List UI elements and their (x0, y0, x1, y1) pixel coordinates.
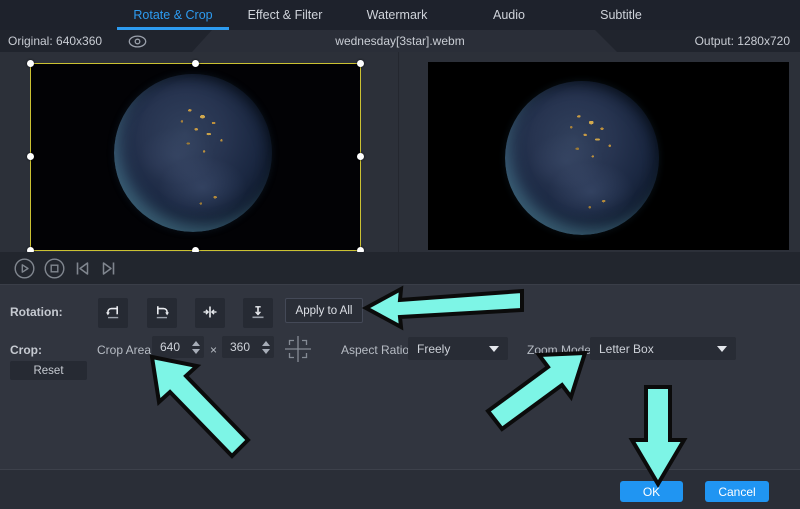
dimension-times-symbol: × (210, 343, 217, 357)
crop-handle-w[interactable] (27, 153, 34, 160)
crop-handle-n[interactable] (192, 60, 199, 67)
chevron-down-icon (489, 346, 499, 352)
rotate-left-button[interactable] (98, 298, 128, 328)
crop-width-stepper[interactable]: 640 (152, 336, 204, 358)
cancel-button[interactable]: Cancel (705, 481, 769, 502)
rotation-label: Rotation: (10, 305, 63, 319)
crop-label: Crop: (10, 343, 42, 357)
original-size-banner: Original: 640x360 (0, 30, 212, 52)
rotate-right-icon (154, 304, 170, 323)
tab-subtitle[interactable]: Subtitle (565, 0, 677, 30)
crop-selection-frame[interactable] (30, 63, 361, 251)
stepper-arrows[interactable] (260, 341, 274, 354)
flip-vertical-button[interactable] (243, 298, 273, 328)
flip-vertical-icon (250, 304, 266, 323)
preview-area (0, 52, 800, 252)
tab-rotate-crop[interactable]: Rotate & Crop (117, 0, 229, 30)
crop-width-value: 640 (152, 340, 190, 354)
original-size-label: Original: 640x360 (8, 34, 102, 48)
rotate-crop-dialog: Rotate & Crop Effect & Filter Watermark … (0, 0, 800, 509)
ok-button[interactable]: OK (620, 481, 683, 502)
output-size-banner: Output: 1280x720 (595, 30, 800, 52)
prev-frame-icon[interactable] (74, 260, 91, 282)
crop-handle-e[interactable] (357, 153, 364, 160)
next-frame-icon[interactable] (100, 260, 117, 282)
footer-bar: OK Cancel (0, 469, 800, 509)
apply-to-all-button[interactable]: Apply to All (285, 298, 363, 323)
earth-night-image (505, 81, 659, 235)
reset-button[interactable]: Reset (10, 361, 87, 380)
chevron-down-icon (717, 346, 727, 352)
flip-horizontal-icon (202, 304, 218, 323)
stepper-arrows[interactable] (190, 341, 204, 354)
aspect-ratio-value: Freely (408, 342, 489, 356)
aspect-ratio-label: Aspect Ratio: (341, 343, 412, 357)
crop-height-value: 360 (222, 340, 260, 354)
tab-effect-filter[interactable]: Effect & Filter (229, 0, 341, 30)
rotate-left-icon (105, 304, 121, 323)
output-size-label: Output: 1280x720 (695, 34, 790, 48)
crop-handle-nw[interactable] (27, 60, 34, 67)
tab-audio[interactable]: Audio (453, 0, 565, 30)
preview-header-row: wednesday[3star].webm Original: 640x360 … (0, 30, 800, 52)
aspect-ratio-select[interactable]: Freely (408, 337, 508, 360)
zoom-mode-select[interactable]: Letter Box (590, 337, 736, 360)
controls-panel: Rotation: (0, 284, 800, 469)
zoom-mode-value: Letter Box (590, 342, 717, 356)
crop-height-stepper[interactable]: 360 (222, 336, 274, 358)
eye-icon[interactable] (128, 35, 147, 53)
playback-bar: 00:00:00.00/00:00:30.00 (0, 252, 800, 284)
crop-handle-ne[interactable] (357, 60, 364, 67)
tab-watermark[interactable]: Watermark (341, 0, 453, 30)
zoom-mode-label: Zoom Mode: (527, 343, 594, 357)
stop-icon[interactable] (44, 258, 65, 284)
output-video-preview (428, 62, 789, 250)
panel-divider (398, 52, 399, 252)
crop-position-icon (284, 335, 312, 368)
crop-area-label: Crop Area: (97, 343, 154, 357)
flip-horizontal-button[interactable] (195, 298, 225, 328)
tab-bar: Rotate & Crop Effect & Filter Watermark … (0, 0, 800, 30)
play-icon[interactable] (14, 258, 35, 284)
rotate-right-button[interactable] (147, 298, 177, 328)
